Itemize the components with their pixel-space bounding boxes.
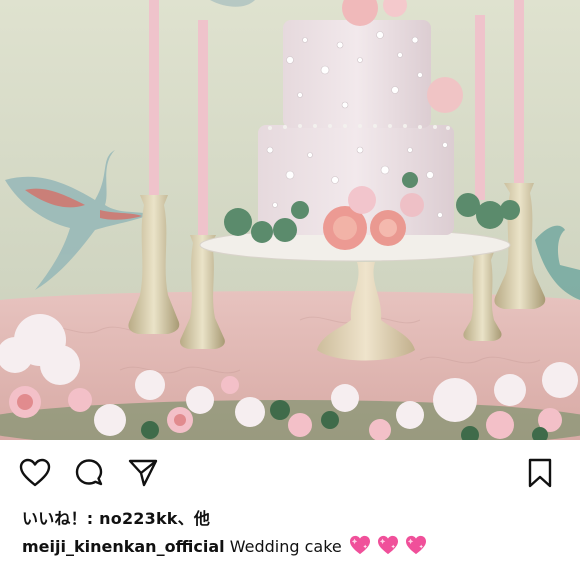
likes-prefix: いいね！: bbox=[22, 509, 100, 528]
comment-bubble-icon[interactable] bbox=[72, 456, 106, 490]
bookmark-icon[interactable] bbox=[523, 456, 557, 490]
sparkling-heart-icon bbox=[405, 535, 426, 555]
post-photo[interactable] bbox=[0, 0, 580, 440]
wedding-cake-photo bbox=[0, 0, 580, 440]
sparkling-heart-icon bbox=[349, 535, 370, 555]
sparkling-heart-icon bbox=[377, 535, 398, 555]
heart-icon[interactable] bbox=[18, 456, 52, 490]
likes-suffix: 、他 bbox=[177, 509, 211, 528]
post-caption: meiji_kinenkan_official Wedding cake bbox=[22, 535, 427, 556]
likes-user[interactable]: no223kk bbox=[99, 509, 177, 528]
caption-text: Wedding cake bbox=[224, 537, 342, 556]
likes-summary[interactable]: いいね！: no223kk、他 bbox=[22, 505, 210, 529]
post-action-bar bbox=[0, 440, 580, 500]
caption-emoji-row bbox=[349, 535, 427, 555]
paper-plane-icon[interactable] bbox=[126, 456, 160, 490]
caption-username[interactable]: meiji_kinenkan_official bbox=[22, 537, 225, 556]
